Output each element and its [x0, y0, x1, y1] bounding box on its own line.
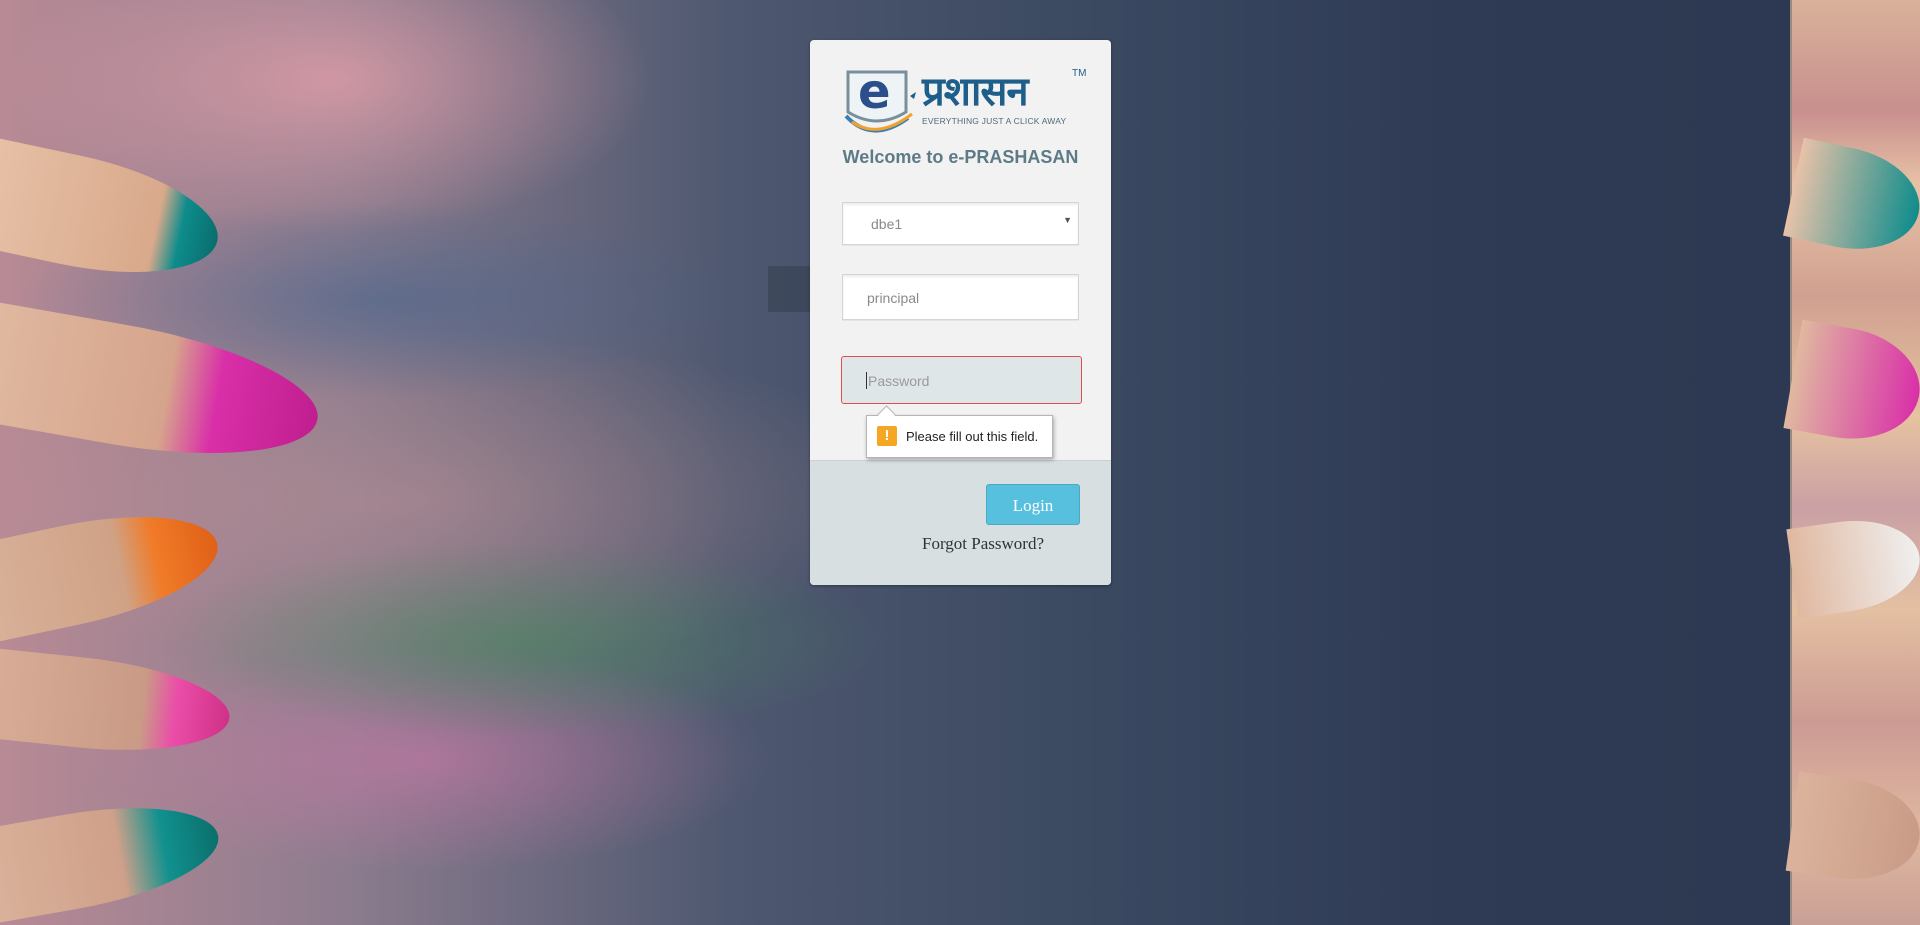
- login-button[interactable]: Login: [986, 484, 1080, 525]
- username-input[interactable]: principal: [842, 274, 1079, 320]
- e-prashasan-logo: e प्रशासन TM EVERYTHING JUST A CLICK AWA…: [842, 64, 1087, 140]
- pencil-decoration: [0, 135, 229, 295]
- validation-tooltip: ! Please fill out this field.: [866, 415, 1053, 458]
- forgot-password-link[interactable]: Forgot Password?: [922, 534, 1044, 554]
- welcome-heading: Welcome to e-PRASHASAN: [842, 147, 1079, 167]
- text-cursor: [866, 372, 867, 389]
- background-shadow: [768, 266, 812, 312]
- pencil-decoration: [0, 495, 228, 645]
- username-value: principal: [867, 290, 920, 306]
- pencil-decoration: [1783, 137, 1920, 263]
- validation-message: Please fill out this field.: [906, 429, 1039, 444]
- pencil-decoration: [1785, 771, 1920, 889]
- password-placeholder: Password: [868, 373, 930, 389]
- pencil-decoration: [0, 301, 328, 479]
- password-input[interactable]: Password: [841, 356, 1082, 404]
- dropdown-arrow-icon: ▼: [1063, 215, 1072, 225]
- database-select-value: dbe1: [871, 216, 903, 232]
- pencil-decoration: [0, 647, 235, 763]
- logo-trademark: TM: [1072, 68, 1087, 79]
- warning-icon: !: [877, 426, 897, 446]
- logo-letter: e: [858, 64, 891, 120]
- database-select[interactable]: dbe1 ▼: [842, 202, 1079, 245]
- login-card: e प्रशासन TM EVERYTHING JUST A CLICK AWA…: [810, 40, 1111, 585]
- pencil-decoration: [1786, 511, 1920, 619]
- logo-wordmark: प्रशासन: [922, 69, 1029, 115]
- pencil-decoration: [1783, 319, 1920, 451]
- background-right-strip: [1783, 0, 1920, 925]
- logo-tagline: EVERYTHING JUST A CLICK AWAY: [922, 116, 1067, 126]
- pencil-decoration: [0, 789, 227, 925]
